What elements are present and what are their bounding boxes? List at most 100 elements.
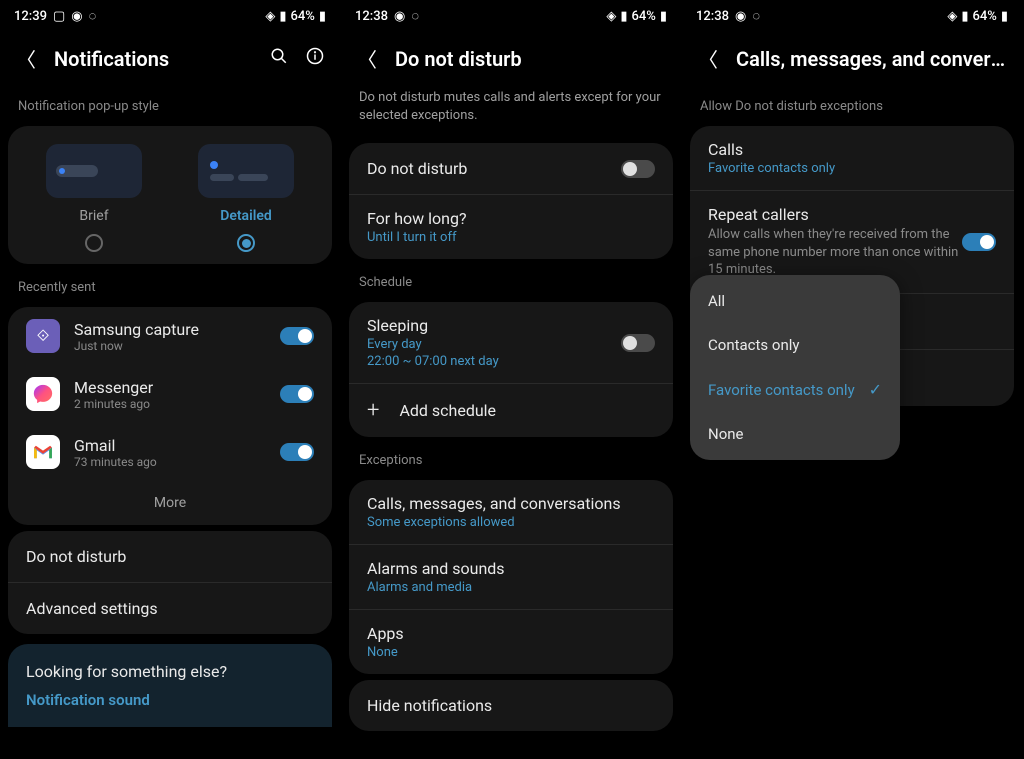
page-title: Do not disturb <box>395 47 665 71</box>
apps-row[interactable]: Apps None <box>349 610 673 674</box>
messenger-icon: ◉ <box>735 9 746 24</box>
battery-icon: ▮ <box>660 9 667 24</box>
wifi-icon: ◈ <box>265 9 275 24</box>
page-title: Calls, messages, and conversa… <box>736 47 1006 71</box>
app-row-samsung[interactable]: ⟐ Samsung capture Just now <box>8 307 332 365</box>
app-name: Messenger <box>74 378 266 397</box>
sleeping-title: Sleeping <box>367 316 621 335</box>
app-toggle[interactable] <box>280 327 314 345</box>
dropdown-all[interactable]: All <box>690 279 900 323</box>
header: 〈 Do not disturb <box>341 30 681 89</box>
calls-title: Calls <box>708 140 996 159</box>
dnd-toggle[interactable] <box>621 160 655 178</box>
chat-icon: ◌ <box>89 8 97 24</box>
wifi-icon: ◈ <box>606 9 616 24</box>
status-time: 12:38 <box>355 9 388 24</box>
allow-exceptions-label: Allow Do not disturb exceptions <box>682 89 1022 120</box>
dropdown-none[interactable]: None <box>690 412 900 456</box>
app-name: Samsung capture <box>74 320 266 339</box>
page-title: Notifications <box>54 47 252 71</box>
detailed-preview <box>198 144 294 198</box>
advanced-row[interactable]: Advanced settings <box>8 583 332 634</box>
settings-card: Do not disturb Advanced settings <box>8 531 332 634</box>
gmail-icon <box>26 435 60 469</box>
header: 〈 Notifications <box>0 30 340 89</box>
how-long-row[interactable]: For how long? Until I turn it off <box>349 195 673 259</box>
signal-icon: ▮ <box>961 9 968 24</box>
detailed-label: Detailed <box>220 208 272 224</box>
plus-icon: + <box>367 398 379 423</box>
chat-icon: ◌ <box>411 8 419 24</box>
add-schedule-label: Add schedule <box>399 401 496 420</box>
popup-option-brief[interactable]: Brief <box>46 144 142 252</box>
status-time: 12:38 <box>696 9 729 24</box>
dnd-toggle-row[interactable]: Do not disturb <box>349 143 673 195</box>
calls-msgs-title: Calls, messages, and conversations <box>367 494 655 513</box>
sleeping-toggle[interactable] <box>621 334 655 352</box>
app-row-gmail[interactable]: Gmail 73 minutes ago <box>8 423 332 481</box>
status-bar: 12:39 ▢ ◉ ◌ ◈ ▮ 64% ▮ <box>0 0 340 30</box>
radio-brief[interactable] <box>85 234 103 252</box>
popup-style-card: Brief Detailed <box>8 126 332 264</box>
schedule-card: Sleeping Every day 22:00 ~ 07:00 next da… <box>349 302 673 437</box>
back-icon[interactable]: 〈 <box>357 44 377 73</box>
repeat-title: Repeat callers <box>708 205 962 224</box>
app-toggle[interactable] <box>280 385 314 403</box>
recently-sent-card: ⟐ Samsung capture Just now Messenger 2 m… <box>8 307 332 525</box>
image-icon: ▢ <box>53 9 65 24</box>
dnd-toggle-label: Do not disturb <box>367 159 621 178</box>
repeat-subtitle: Allow calls when they're received from t… <box>708 226 962 279</box>
signal-icon: ▮ <box>279 9 286 24</box>
header: 〈 Calls, messages, and conversa… <box>682 30 1022 89</box>
schedule-label: Schedule <box>341 265 681 296</box>
hide-row[interactable]: Hide notifications <box>349 680 673 731</box>
dnd-description: Do not disturb mutes calls and alerts ex… <box>341 89 681 137</box>
signal-icon: ▮ <box>620 9 627 24</box>
repeat-toggle[interactable] <box>962 233 996 251</box>
app-time: 73 minutes ago <box>74 455 266 469</box>
samsung-capture-icon: ⟐ <box>26 319 60 353</box>
how-long-title: For how long? <box>367 209 655 228</box>
alarms-row[interactable]: Alarms and sounds Alarms and media <box>349 545 673 610</box>
screen-calls-exceptions: 12:38 ◉ ◌ ◈ ▮ 64% ▮ 〈 Calls, messages, a… <box>682 0 1023 759</box>
app-name: Gmail <box>74 436 266 455</box>
app-time: Just now <box>74 339 266 353</box>
app-row-messenger[interactable]: Messenger 2 minutes ago <box>8 365 332 423</box>
exceptions-label: Exceptions <box>341 443 681 474</box>
dropdown-contacts[interactable]: Contacts only <box>690 323 900 367</box>
hide-card: Hide notifications <box>349 680 673 731</box>
status-time: 12:39 <box>14 9 47 24</box>
screen-dnd: 12:38 ◉ ◌ ◈ ▮ 64% ▮ 〈 Do not disturb Do … <box>341 0 682 759</box>
status-bar: 12:38 ◉ ◌ ◈ ▮ 64% ▮ <box>682 0 1022 30</box>
add-schedule-row[interactable]: + Add schedule <box>349 384 673 437</box>
messenger-icon: ◉ <box>394 9 405 24</box>
more-button[interactable]: More <box>8 481 332 525</box>
sleeping-line2: 22:00 ~ 07:00 next day <box>367 354 621 369</box>
back-icon[interactable]: 〈 <box>698 44 718 73</box>
recently-sent-label: Recently sent <box>0 270 340 301</box>
sleeping-row[interactable]: Sleeping Every day 22:00 ~ 07:00 next da… <box>349 302 673 384</box>
messenger-icon: ◉ <box>71 9 82 24</box>
brief-label: Brief <box>79 208 108 224</box>
app-toggle[interactable] <box>280 443 314 461</box>
status-bar: 12:38 ◉ ◌ ◈ ▮ 64% ▮ <box>341 0 681 30</box>
highlight-title: Looking for something else? <box>26 662 314 681</box>
calls-dropdown: All Contacts only Favorite contacts only… <box>690 275 900 460</box>
back-icon[interactable]: 〈 <box>16 44 36 73</box>
calls-msgs-subtitle: Some exceptions allowed <box>367 515 655 530</box>
messenger-app-icon <box>26 377 60 411</box>
calls-row[interactable]: Calls Favorite contacts only <box>690 126 1014 191</box>
check-icon: ✓ <box>869 380 882 399</box>
search-icon[interactable] <box>270 47 288 70</box>
dnd-row[interactable]: Do not disturb <box>8 531 332 583</box>
chat-icon: ◌ <box>752 8 760 24</box>
calls-msgs-row[interactable]: Calls, messages, and conversations Some … <box>349 480 673 545</box>
highlight-link[interactable]: Notification sound <box>26 691 314 709</box>
alarms-subtitle: Alarms and media <box>367 580 655 595</box>
radio-detailed[interactable] <box>237 234 255 252</box>
screen-notifications: 12:39 ▢ ◉ ◌ ◈ ▮ 64% ▮ 〈 Notifications No… <box>0 0 341 759</box>
info-icon[interactable] <box>306 47 324 70</box>
popup-option-detailed[interactable]: Detailed <box>198 144 294 252</box>
dropdown-favorite[interactable]: Favorite contacts only ✓ <box>690 367 900 412</box>
exceptions-card: Calls, messages, and conversations Some … <box>349 480 673 674</box>
